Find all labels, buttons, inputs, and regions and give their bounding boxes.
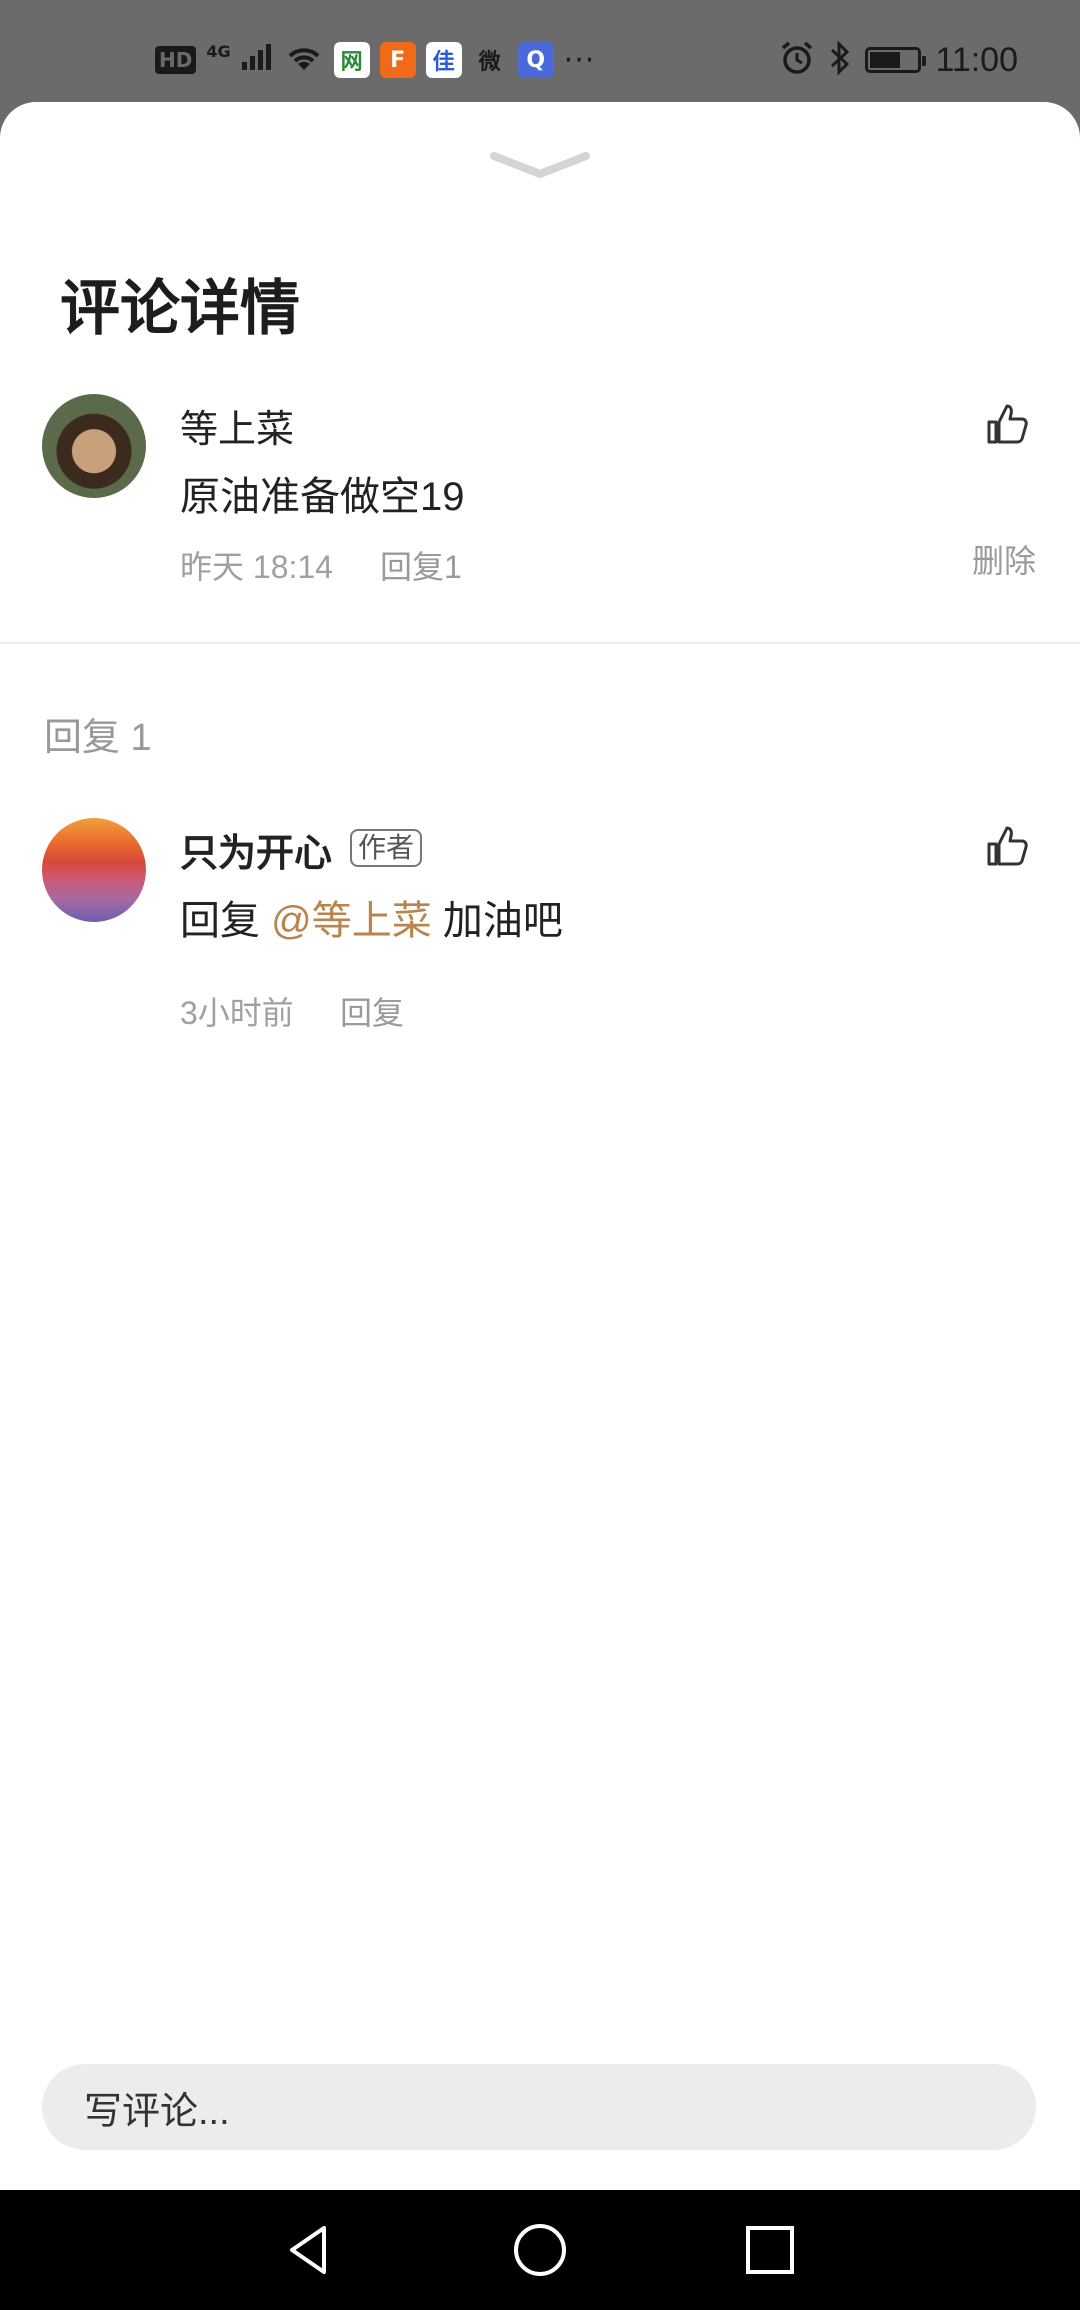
mention-link[interactable]: @等上菜 <box>271 899 432 943</box>
alarm-icon <box>779 40 815 80</box>
clock: 11:00 <box>935 40 1018 79</box>
network-type: 4G <box>206 41 231 61</box>
status-bar-right: 11:00 <box>779 38 1018 82</box>
like-icon[interactable] <box>985 402 1029 446</box>
back-icon[interactable] <box>280 2220 340 2280</box>
author-badge: 作者 <box>350 829 423 867</box>
status-bar-left: HD 4G 网 F 佳 微 Q ··· <box>155 38 595 82</box>
comment-user-name[interactable]: 等上菜 <box>180 398 294 453</box>
battery-icon <box>865 47 927 73</box>
bluetooth-icon <box>829 40 851 80</box>
app-icon-wechat: 微 <box>478 50 501 75</box>
divider <box>0 642 1080 644</box>
avatar[interactable] <box>42 394 146 498</box>
hd-badge: HD <box>155 46 197 74</box>
comment-input-placeholder: 写评论... <box>84 2090 230 2133</box>
wifi-icon <box>284 42 324 78</box>
reply-text: 回复 @等上菜 加油吧 <box>180 888 563 946</box>
reply-prefix: 回复 <box>180 899 260 943</box>
reply-body: 加油吧 <box>442 899 563 943</box>
app-icon-f: F <box>379 42 416 78</box>
comment-timestamp: 昨天 18:14 <box>180 549 333 585</box>
reply-button[interactable]: 回复 <box>340 988 404 1034</box>
like-icon[interactable] <box>985 824 1029 868</box>
avatar[interactable] <box>42 818 146 922</box>
navigation-bar <box>0 2190 1080 2310</box>
signal-icon: 4G <box>206 42 273 79</box>
reply-timestamp: 3小时前 <box>180 995 294 1031</box>
app-icon-q: Q <box>517 42 554 78</box>
comment-text: 原油准备做空19 <box>180 475 465 519</box>
delete-button[interactable]: 删除 <box>972 536 1036 582</box>
home-icon[interactable] <box>510 2220 570 2280</box>
comment-reply-count[interactable]: 回复1 <box>380 542 462 588</box>
status-bar: HD 4G 网 F 佳 微 Q ··· 11:00 <box>0 0 1080 102</box>
page-title: 评论详情 <box>60 275 300 342</box>
app-icon-news: 网 <box>333 42 370 78</box>
replies-header: 回复 1 <box>44 717 152 759</box>
more-notifications: ··· <box>563 42 596 78</box>
reply-user-name[interactable]: 只为开心 <box>180 822 332 877</box>
collapse-chevron-icon[interactable] <box>490 150 590 180</box>
recent-apps-icon[interactable] <box>740 2220 800 2280</box>
app-icon-jia: 佳 <box>425 42 462 78</box>
comment-input[interactable]: 写评论... <box>42 2064 1036 2150</box>
comment-detail-sheet: 评论详情 等上菜 原油准备做空19 昨天 18:14 回复1 删除 回复 1 只… <box>0 102 1080 2190</box>
